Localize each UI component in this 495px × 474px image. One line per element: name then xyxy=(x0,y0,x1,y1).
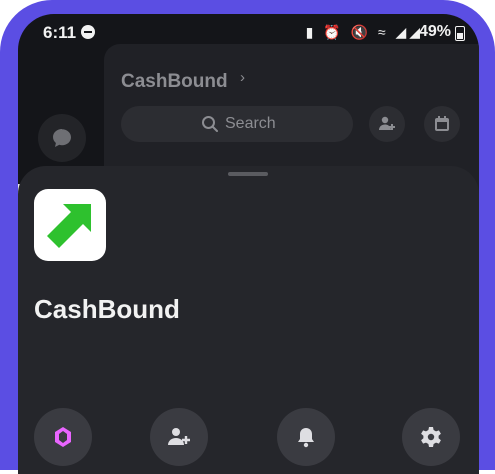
chevron-right-icon: › xyxy=(240,69,245,86)
boost-button[interactable] xyxy=(34,408,92,466)
add-member-icon xyxy=(379,116,395,130)
settings-button[interactable] xyxy=(402,408,460,466)
search-icon xyxy=(202,116,218,132)
direct-messages-button[interactable] xyxy=(38,114,86,162)
battery-icon xyxy=(455,26,465,41)
dnd-icon xyxy=(81,25,95,39)
server-title[interactable]: CashBound xyxy=(121,71,228,93)
settings-icon xyxy=(421,427,441,447)
search-bar[interactable]: Search xyxy=(121,106,353,142)
boost-icon xyxy=(55,427,71,447)
notifications-icon xyxy=(298,428,314,448)
arrow-up-right-icon xyxy=(47,204,91,248)
add-member-button[interactable] xyxy=(369,106,405,142)
server-bottom-sheet: CashBound xyxy=(18,166,479,474)
calendar-icon xyxy=(435,116,449,131)
server-app-icon xyxy=(34,189,106,261)
sheet-drag-handle[interactable] xyxy=(228,172,268,176)
events-button[interactable] xyxy=(424,106,460,142)
chat-bubble-icon xyxy=(53,129,71,147)
phone-screen: 6:11 ▮ ⏰ 🔇 ≈ ◢◢ 49% CashBound › Search C… xyxy=(18,14,479,474)
notifications-button[interactable] xyxy=(277,408,335,466)
invite-icon xyxy=(168,428,190,445)
search-label: Search xyxy=(225,115,276,132)
invite-button[interactable] xyxy=(150,408,208,466)
status-icons: ▮ ⏰ 🔇 ≈ ◢◢ xyxy=(305,24,423,40)
status-time: 6:11 xyxy=(43,23,77,42)
server-name: CashBound xyxy=(34,294,180,324)
battery-percent: 49% xyxy=(418,23,451,40)
